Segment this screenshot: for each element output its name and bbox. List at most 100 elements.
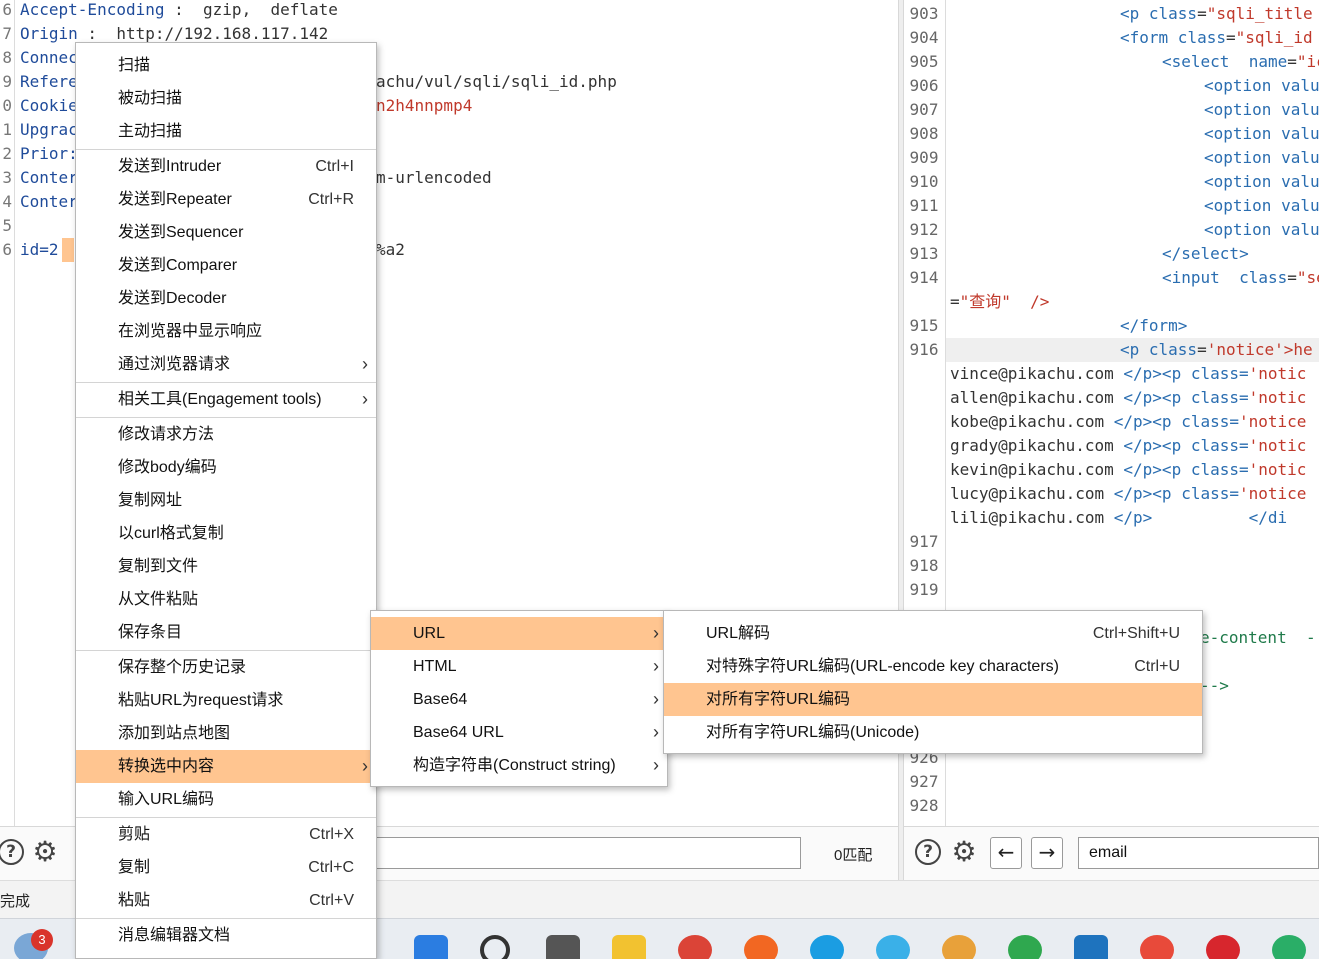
ie-icon[interactable] (876, 935, 910, 959)
convert-submenu-item[interactable]: Base64 › (371, 683, 667, 716)
response-line: <input class="se (1162, 266, 1319, 290)
url-submenu-item[interactable]: URL解码 Ctrl+Shift+U (664, 617, 1202, 650)
response-token-attr: </p><p (1113, 436, 1182, 455)
context-menu-item[interactable]: 修改请求方法 (76, 418, 376, 451)
request-line-number: 1 (2, 120, 12, 139)
context-menu-item[interactable]: 发送到Repeater Ctrl+R (76, 183, 376, 216)
context-menu-item[interactable]: 在浏览器中显示响应 (76, 315, 376, 348)
menu-item-label: 保存条目 (118, 624, 183, 641)
menu-item-label: 发送到Repeater (118, 191, 232, 208)
request-search-input[interactable] (376, 837, 801, 869)
menu-item-label: 剪贴 (118, 826, 151, 843)
response-line-number: 912 (909, 220, 939, 239)
response-token-attr: </p><p (1113, 388, 1182, 407)
response-line: <p class='notice'>he (1120, 338, 1313, 362)
menu-item-label: 对所有字符URL编码(Unicode) (706, 724, 920, 741)
context-menu-item[interactable]: 发送到Sequencer (76, 216, 376, 249)
request-line: Conter (20, 166, 78, 190)
app-icon[interactable] (1074, 935, 1108, 959)
response-line-number (904, 410, 944, 434)
chrome-icon[interactable] (678, 935, 712, 959)
context-menu-item[interactable]: 复制 Ctrl+C (76, 851, 376, 884)
netease-music-icon[interactable] (1206, 935, 1240, 959)
context-menu-item[interactable]: 发送到Comparer (76, 249, 376, 282)
app-icon[interactable] (1140, 935, 1174, 959)
menu-item-label: 主动扫描 (118, 123, 183, 140)
edge-icon[interactable] (810, 935, 844, 959)
response-line: <option valu (1204, 74, 1319, 98)
response-token-tag: <form (1120, 28, 1169, 47)
response-search-toolbar: ? ⚙ ← → email (904, 826, 1319, 880)
browser-icon[interactable] (942, 935, 976, 959)
menu-item-label: 粘贴URL为request请求 (118, 692, 284, 709)
response-token-attr: class (1139, 340, 1198, 359)
context-menu-item[interactable]: 扫描 (76, 49, 376, 82)
context-menu-item[interactable]: 通过浏览器请求 › (76, 348, 376, 381)
context-menu-item[interactable]: 输入URL编码 (76, 783, 376, 816)
help-icon[interactable]: ? (0, 839, 24, 865)
context-menu-item[interactable]: 添加到站点地图 (76, 717, 376, 750)
context-menu-item[interactable]: 被动扫描 (76, 82, 376, 115)
response-line: kobe@pikachu.com </p><p class='notice (950, 410, 1306, 434)
context-menu-item[interactable]: 消息编辑器文档 (76, 919, 376, 952)
context-menu-item[interactable]: 相关工具(Engagement tools) › (76, 383, 376, 416)
context-menu-item[interactable]: 保存整个历史记录 (76, 651, 376, 684)
wechat-icon[interactable] (1272, 935, 1306, 959)
search-icon[interactable] (480, 935, 510, 959)
context-menu-item[interactable]: 发送到Decoder (76, 282, 376, 315)
response-search-input[interactable]: email (1078, 837, 1319, 869)
context-menu-item[interactable]: 复制网址 (76, 484, 376, 517)
response-line: lucy@pikachu.com </p><p class='notice (950, 482, 1306, 506)
response-token-tag: grady@pikachu.com (950, 436, 1114, 455)
menu-item-label: 输入URL编码 (118, 791, 215, 808)
response-line-number: 907 (909, 100, 939, 119)
context-menu-item[interactable]: 转换选中内容 › (76, 750, 376, 783)
context-menu-item[interactable]: 修改body编码 (76, 451, 376, 484)
menu-item-shortcut: Ctrl+I (315, 158, 354, 175)
help-icon[interactable]: ? (915, 839, 941, 865)
context-menu-item[interactable]: 剪贴 Ctrl+X (76, 818, 376, 851)
context-menu-item[interactable]: 以curl格式复制 (76, 517, 376, 550)
firefox-icon[interactable] (744, 935, 778, 959)
green-app-icon[interactable] (1008, 935, 1042, 959)
gear-icon[interactable]: ⚙ (30, 837, 60, 867)
url-submenu-item[interactable]: 对特殊字符URL编码(URL-encode key characters) Ctr… (664, 650, 1202, 683)
response-token-attr: </p><p (1104, 484, 1172, 503)
convert-submenu-item[interactable]: URL › (371, 617, 667, 650)
next-match-button[interactable]: → (1031, 837, 1063, 869)
context-menu-item[interactable]: 粘贴URL为request请求 (76, 684, 376, 717)
convert-submenu-item[interactable]: 构造字符串(Construct string) › (371, 749, 667, 782)
context-menu-item[interactable]: 发送到Intruder Ctrl+I (76, 150, 376, 183)
response-token-eq: = (1197, 4, 1207, 23)
response-token-tag: <option (1204, 196, 1272, 215)
response-token-tag: kevin@pikachu.com (950, 460, 1114, 479)
response-line-number (904, 506, 944, 530)
gear-icon[interactable]: ⚙ (949, 837, 979, 867)
response-line-number: 906 (909, 76, 939, 95)
context-menu-item[interactable]: 主动扫描 (76, 115, 376, 148)
header-name: id=2 (20, 240, 59, 259)
context-menu-item[interactable]: 保存条目 (76, 616, 376, 649)
response-line: <select name="ic (1162, 50, 1319, 74)
url-submenu-item[interactable]: 对所有字符URL编码 (664, 683, 1202, 716)
windows-start-icon[interactable] (414, 935, 448, 959)
previous-match-button[interactable]: ← (990, 837, 1022, 869)
request-line-number: 9 (2, 72, 12, 91)
response-line-number (904, 482, 944, 506)
context-menu-item[interactable]: 复制到文件 (76, 550, 376, 583)
response-token-val: "sqli_title (1206, 4, 1313, 23)
url-submenu-item[interactable]: 对所有字符URL编码(Unicode) (664, 716, 1202, 749)
response-line-number (904, 458, 944, 482)
context-menu-item[interactable]: 从文件粘贴 (76, 583, 376, 616)
menu-item-label: 添加到站点地图 (118, 725, 231, 742)
convert-submenu-item[interactable]: HTML › (371, 650, 667, 683)
response-token-attr: </p><p (1113, 364, 1182, 383)
response-token-attr: valu (1271, 172, 1319, 191)
file-explorer-icon[interactable] (612, 935, 646, 959)
task-view-icon[interactable] (546, 935, 580, 959)
response-token-attr: valu (1271, 220, 1319, 239)
convert-submenu-item[interactable]: Base64 URL › (371, 716, 667, 749)
notification-badge: 3 (31, 929, 53, 951)
response-line: <option valu (1204, 146, 1319, 170)
context-menu-item[interactable]: 粘贴 Ctrl+V (76, 884, 376, 917)
